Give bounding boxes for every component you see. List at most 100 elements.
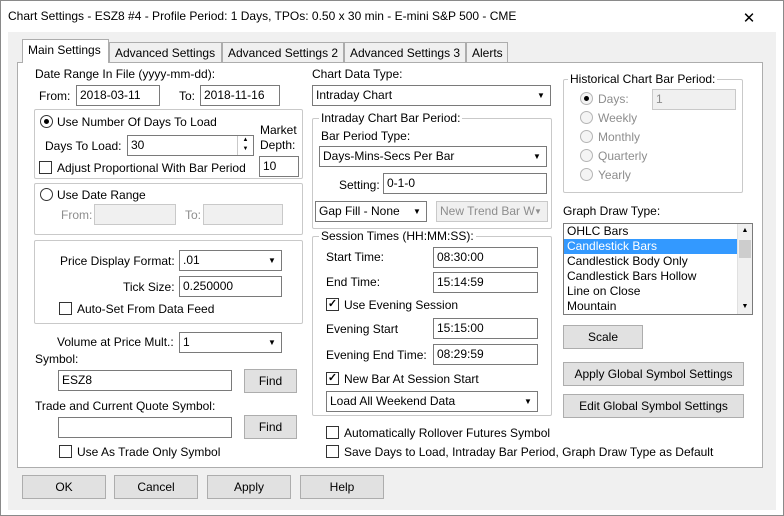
intraday-group-title: Intraday Chart Bar Period: <box>319 111 463 125</box>
save-defaults-checkbox[interactable] <box>326 445 339 458</box>
vertical-scrollbar[interactable]: ▲ ▼ <box>737 224 752 314</box>
tab-label: Main Settings <box>28 43 101 57</box>
evening-end-label: Evening End Time: <box>326 348 427 362</box>
scale-button[interactable]: Scale <box>563 325 643 349</box>
end-time-field[interactable]: 15:14:59 <box>433 272 538 293</box>
tab-label: Advanced Settings <box>115 46 216 60</box>
chevron-down-icon: ▼ <box>268 256 276 265</box>
use-date-range-radio[interactable] <box>40 188 53 201</box>
setting-field[interactable]: 0-1-0 <box>383 173 547 194</box>
symbol-label: Symbol: <box>35 352 79 366</box>
trade-symbol-label: Trade and Current Quote Symbol: <box>35 399 216 413</box>
volume-mult-label: Volume at Price Mult.: <box>57 335 174 349</box>
auto-set-label: Auto-Set From Data Feed <box>77 302 215 316</box>
days-to-load-spinner[interactable]: 30 ▲ ▼ <box>127 135 254 156</box>
window-title: Chart Settings - ESZ8 #4 - Profile Perio… <box>8 9 517 23</box>
bar-period-type-select[interactable]: Days-Mins-Secs Per Bar ▼ <box>319 146 547 167</box>
tab-advanced-settings-3[interactable]: Advanced Settings 3 <box>344 42 466 63</box>
graph-draw-type-list[interactable]: OHLC Bars Candlestick Bars Candlestick B… <box>563 223 753 315</box>
tab-advanced-settings[interactable]: Advanced Settings <box>109 42 222 63</box>
market-depth-field[interactable]: 10 <box>259 156 299 177</box>
start-time-field[interactable]: 08:30:00 <box>433 247 538 268</box>
to-label: To: <box>179 89 196 103</box>
date-to-field[interactable]: 2018-11-16 <box>200 85 280 106</box>
use-date-range-label: Use Date Range <box>57 188 146 202</box>
scroll-up-icon[interactable]: ▲ <box>738 224 752 238</box>
chart-data-type-label: Chart Data Type: <box>312 67 403 81</box>
chart-settings-window: Chart Settings - ESZ8 #4 - Profile Perio… <box>0 0 784 516</box>
adjust-proportional-checkbox[interactable] <box>39 161 52 174</box>
title-bar[interactable]: Chart Settings - ESZ8 #4 - Profile Perio… <box>1 1 783 32</box>
rollover-label: Automatically Rollover Futures Symbol <box>344 426 551 440</box>
gap-fill-select[interactable]: Gap Fill - None ▼ <box>315 201 427 222</box>
rollover-checkbox[interactable] <box>326 426 339 439</box>
days-label: Days: <box>598 92 629 106</box>
list-item-selected[interactable]: Candlestick Bars <box>564 239 752 254</box>
days-to-load-label: Days To Load: <box>45 139 122 153</box>
range-to-label: To: <box>185 208 202 222</box>
quarterly-radio[interactable] <box>580 149 593 162</box>
monthly-radio[interactable] <box>580 130 593 143</box>
range-to-field[interactable] <box>203 204 283 225</box>
weekend-data-select[interactable]: Load All Weekend Data ▼ <box>326 391 538 412</box>
tab-main-settings[interactable]: Main Settings <box>22 39 109 63</box>
tab-advanced-settings-2[interactable]: Advanced Settings 2 <box>222 42 344 63</box>
save-defaults-label: Save Days to Load, Intraday Bar Period, … <box>344 445 714 459</box>
new-trend-bar-value: New Trend Bar W <box>440 204 535 218</box>
historical-days-field[interactable]: 1 <box>652 89 736 110</box>
evening-start-field[interactable]: 15:15:00 <box>433 318 538 339</box>
tab-alerts[interactable]: Alerts <box>466 42 508 63</box>
session-group-title: Session Times (HH:MM:SS): <box>319 229 476 243</box>
list-item[interactable]: OHLC Bars <box>564 224 752 239</box>
use-days-radio[interactable] <box>40 115 53 128</box>
scroll-thumb[interactable] <box>739 240 751 258</box>
range-from-label: From: <box>61 208 93 222</box>
tab-label: Advanced Settings 3 <box>350 46 461 60</box>
price-format-label: Price Display Format: <box>60 254 175 268</box>
list-item[interactable]: Mountain <box>564 299 752 314</box>
tick-size-field[interactable]: 0.250000 <box>179 276 282 297</box>
bar-period-type-value: Days-Mins-Secs Per Bar <box>323 149 455 163</box>
trade-only-checkbox[interactable] <box>59 445 72 458</box>
days-radio[interactable] <box>580 92 593 105</box>
find-trade-symbol-button[interactable]: Find <box>244 415 297 439</box>
chart-data-type-select[interactable]: Intraday Chart ▼ <box>312 85 551 106</box>
close-icon[interactable]: ✕ <box>739 9 759 27</box>
use-days-label: Use Number Of Days To Load <box>57 115 217 129</box>
setting-label: Setting: <box>339 178 380 192</box>
evening-start-label: Evening Start <box>326 322 399 336</box>
quarterly-label: Quarterly <box>598 149 648 163</box>
historical-group-title: Historical Chart Bar Period: <box>568 72 718 86</box>
apply-button[interactable]: Apply <box>207 475 291 499</box>
ok-button[interactable]: OK <box>22 475 106 499</box>
new-trend-bar-select[interactable]: New Trend Bar W ▼ <box>436 201 548 222</box>
volume-mult-value: 1 <box>183 335 190 349</box>
scroll-down-icon[interactable]: ▼ <box>738 300 752 314</box>
from-label: From: <box>39 89 71 103</box>
evening-end-field[interactable]: 08:29:59 <box>433 344 538 365</box>
price-format-select[interactable]: .01 ▼ <box>179 250 282 271</box>
edit-global-symbol-settings-button[interactable]: Edit Global Symbol Settings <box>563 394 744 418</box>
volume-mult-select[interactable]: 1 ▼ <box>179 332 282 353</box>
list-item[interactable]: Candlestick Body Only <box>564 254 752 269</box>
tab-label: Advanced Settings 2 <box>228 46 339 60</box>
apply-global-symbol-settings-button[interactable]: Apply Global Symbol Settings <box>563 362 744 386</box>
cancel-button[interactable]: Cancel <box>114 475 198 499</box>
find-symbol-button[interactable]: Find <box>244 369 297 393</box>
graph-draw-type-label: Graph Draw Type: <box>563 204 661 218</box>
trade-symbol-field[interactable] <box>58 417 232 438</box>
symbol-field[interactable]: ESZ8 <box>58 370 232 391</box>
date-from-field[interactable]: 2018-03-11 <box>76 85 160 106</box>
use-evening-session-checkbox[interactable]: ✓ <box>326 298 339 311</box>
spinner-arrows-icon[interactable]: ▲ ▼ <box>237 136 253 155</box>
weekly-radio[interactable] <box>580 111 593 124</box>
chevron-down-icon: ▼ <box>268 338 276 347</box>
new-bar-session-start-checkbox[interactable]: ✓ <box>326 372 339 385</box>
list-item[interactable]: Candlestick Bars Hollow <box>564 269 752 284</box>
help-button[interactable]: Help <box>300 475 384 499</box>
tick-size-label: Tick Size: <box>123 280 175 294</box>
list-item[interactable]: Line on Close <box>564 284 752 299</box>
yearly-radio[interactable] <box>580 168 593 181</box>
range-from-field[interactable] <box>94 204 176 225</box>
auto-set-checkbox[interactable] <box>59 302 72 315</box>
